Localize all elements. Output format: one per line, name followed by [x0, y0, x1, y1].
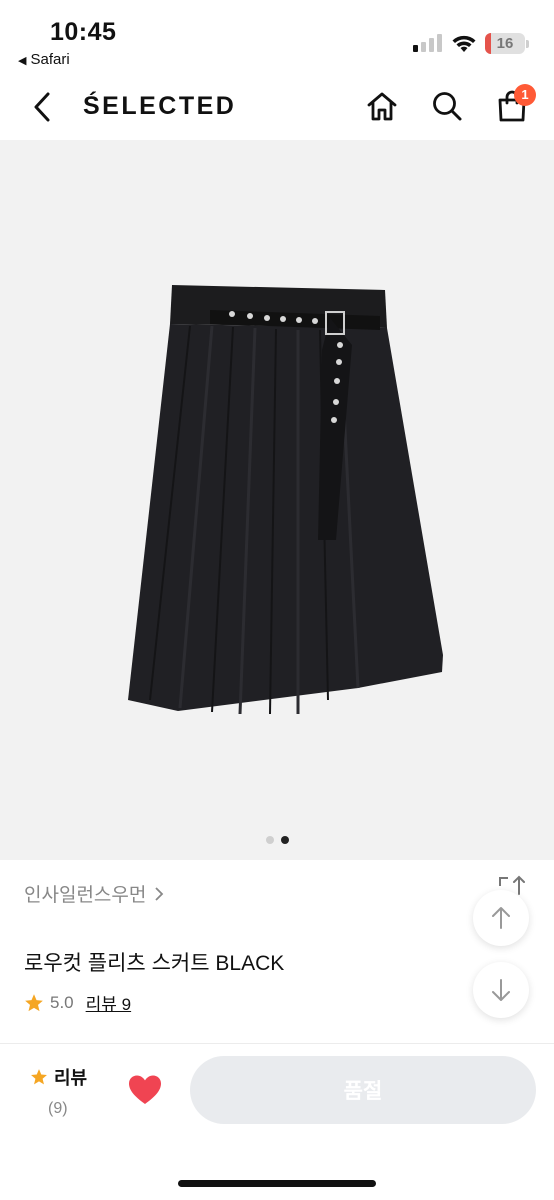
search-button[interactable] — [427, 86, 467, 126]
cellular-signal-icon — [413, 34, 443, 52]
rating-row: 5.0 리뷰 9 — [24, 990, 131, 1015]
store-link[interactable]: 인사일런스우먼 — [24, 880, 164, 907]
back-triangle-icon: ◀ — [18, 55, 27, 67]
chevron-right-icon — [155, 886, 164, 901]
product-title: 로우컷 플리츠 스커트 BLACK — [24, 952, 285, 975]
battery-level: 16 — [496, 35, 514, 52]
battery-tip — [526, 40, 529, 48]
gallery-pagination — [0, 836, 554, 844]
battery-icon: 16 — [485, 33, 525, 54]
home-button[interactable] — [362, 86, 402, 126]
store-name: 인사일런스우먼 — [24, 885, 147, 906]
heart-icon[interactable] — [128, 1074, 162, 1106]
brand-logo[interactable]: ŚELECTED — [83, 92, 236, 121]
rating-score: 5.0 — [50, 992, 74, 1012]
arrow-up-icon — [492, 907, 510, 929]
product-photo — [128, 285, 443, 715]
product-page: 10:45 ◀ Safari 16 ŚELECTED 1 인사일런스우먼 로우컷… — [0, 0, 554, 1200]
home-icon — [367, 92, 397, 121]
back-app-label: Safari — [30, 51, 70, 68]
home-indicator — [178, 1180, 376, 1187]
gallery-dot[interactable] — [265, 836, 274, 844]
status-time: 10:45 — [50, 18, 117, 46]
divider — [0, 1043, 554, 1044]
product-image-gallery[interactable] — [0, 140, 554, 860]
sold-out-button[interactable]: 품절 — [190, 1056, 536, 1124]
back-to-app-link[interactable]: ◀ Safari — [18, 51, 70, 68]
review-link[interactable]: 리뷰 9 — [86, 990, 131, 1015]
search-icon — [433, 92, 462, 121]
review-label: 리뷰 — [54, 1068, 88, 1088]
arrow-down-icon — [492, 979, 510, 1001]
chevron-left-icon — [34, 92, 50, 122]
review-count: (9) — [48, 1100, 68, 1117]
wifi-icon — [452, 35, 476, 52]
bottom-review-summary[interactable]: 리뷰 (9) — [30, 1064, 110, 1124]
star-icon — [25, 993, 43, 1011]
star-icon — [31, 1069, 47, 1085]
back-button[interactable] — [24, 88, 60, 126]
scroll-top-button[interactable] — [473, 890, 529, 946]
app-header: ŚELECTED — [0, 74, 554, 140]
gallery-dot-active[interactable] — [280, 836, 289, 844]
scroll-bottom-button[interactable] — [473, 962, 529, 1018]
cart-count-badge: 1 — [514, 84, 536, 106]
status-bar: 10:45 ◀ Safari 16 — [0, 0, 554, 74]
